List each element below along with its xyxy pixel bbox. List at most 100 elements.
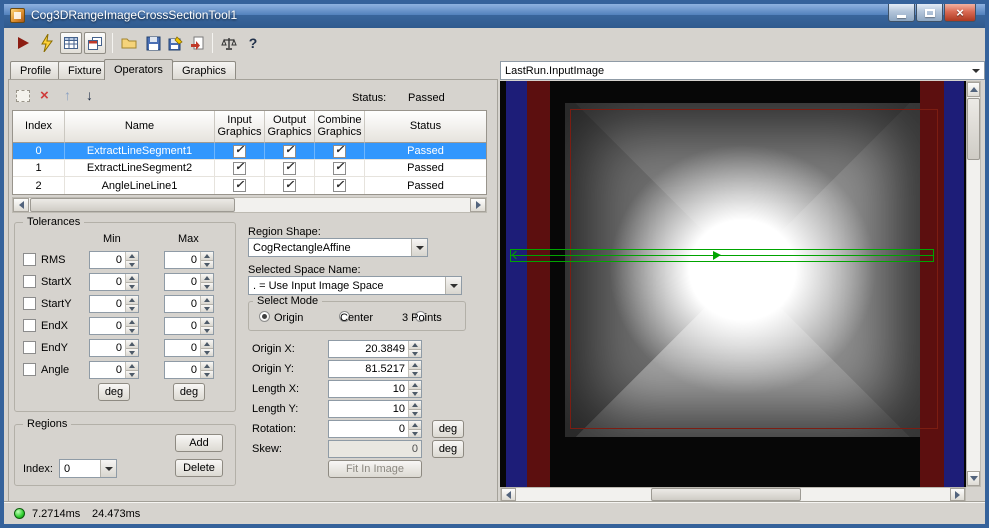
open-button[interactable]: [118, 32, 140, 54]
scroll-thumb[interactable]: [30, 198, 235, 212]
mode-origin-radio[interactable]: [259, 311, 270, 322]
rms-min-input[interactable]: 0: [89, 251, 139, 269]
spinner-buttons[interactable]: [408, 421, 421, 437]
table-horizontal-scrollbar[interactable]: [12, 197, 487, 213]
scroll-thumb[interactable]: [651, 488, 801, 501]
spinner-buttons[interactable]: [125, 296, 138, 312]
header-combine-graphics[interactable]: Combine Graphics: [315, 111, 365, 143]
spinner-buttons[interactable]: [125, 252, 138, 268]
image-vertical-scrollbar[interactable]: [966, 81, 981, 487]
header-input-graphics[interactable]: Input Graphics: [215, 111, 265, 143]
spinner-buttons[interactable]: [200, 274, 213, 290]
maximize-button[interactable]: [916, 4, 943, 22]
delete-region-button[interactable]: Delete: [175, 459, 223, 477]
spinner-buttons[interactable]: [125, 340, 138, 356]
origin-x-input[interactable]: 20.3849: [328, 340, 422, 358]
tab-operators[interactable]: Operators: [104, 59, 173, 80]
angle-checkbox[interactable]: [23, 363, 36, 376]
max-deg-button[interactable]: deg: [173, 383, 205, 401]
run-button[interactable]: [12, 32, 34, 54]
scroll-thumb[interactable]: [967, 98, 980, 160]
spinner-buttons[interactable]: [408, 401, 421, 417]
region-index-combobox[interactable]: 0: [59, 459, 117, 478]
combine-graphics-checkbox[interactable]: ✓: [333, 161, 346, 175]
save-button[interactable]: [142, 32, 164, 54]
rms-max-input[interactable]: 0: [164, 251, 214, 269]
title-bar[interactable]: Cog3DRangeImageCrossSectionTool1 ×: [4, 4, 985, 28]
spinner-buttons[interactable]: [200, 296, 213, 312]
display-source-combobox[interactable]: LastRun.InputImage: [500, 61, 985, 80]
startx-min-input[interactable]: 0: [89, 273, 139, 291]
header-status[interactable]: Status: [365, 111, 486, 143]
rms-checkbox[interactable]: [23, 253, 36, 266]
add-operator-button[interactable]: [16, 90, 30, 102]
angle-max-input[interactable]: 0: [164, 361, 214, 379]
min-deg-button[interactable]: deg: [98, 383, 130, 401]
header-name[interactable]: Name: [65, 111, 215, 143]
spinner-buttons[interactable]: [408, 341, 421, 357]
image-viewport[interactable]: [500, 81, 966, 487]
input-graphics-checkbox[interactable]: ✓: [233, 161, 246, 175]
endx-min-input[interactable]: 0: [89, 317, 139, 335]
import-button[interactable]: [186, 32, 208, 54]
move-operator-down-button[interactable]: ↓: [86, 88, 93, 102]
angle-min-input[interactable]: 0: [89, 361, 139, 379]
starty-max-input[interactable]: 0: [164, 295, 214, 313]
header-index[interactable]: Index: [13, 111, 65, 143]
skew-deg-button[interactable]: deg: [432, 440, 464, 458]
minimize-button[interactable]: [888, 4, 915, 22]
spinner-buttons[interactable]: [125, 362, 138, 378]
add-region-button[interactable]: Add: [175, 434, 223, 452]
cascade-windows-toggle[interactable]: [84, 32, 106, 54]
length-x-input[interactable]: 10: [328, 380, 422, 398]
endx-max-input[interactable]: 0: [164, 317, 214, 335]
startx-max-input[interactable]: 0: [164, 273, 214, 291]
table-row[interactable]: 1 ExtractLineSegment2 ✓ ✓ ✓ Passed: [13, 160, 486, 177]
scroll-left-button[interactable]: [13, 198, 29, 212]
scroll-right-button[interactable]: [950, 488, 965, 501]
spinner-buttons[interactable]: [408, 361, 421, 377]
combine-graphics-checkbox[interactable]: ✓: [333, 179, 346, 192]
fit-in-image-button[interactable]: Fit In Image: [328, 460, 422, 478]
spinner-buttons[interactable]: [125, 274, 138, 290]
spinner-buttons[interactable]: [200, 362, 213, 378]
close-button[interactable]: ×: [944, 4, 976, 22]
endy-max-input[interactable]: 0: [164, 339, 214, 357]
space-name-combobox[interactable]: . = Use Input Image Space: [248, 276, 462, 295]
dropdown-arrow-icon[interactable]: [968, 62, 984, 79]
length-y-input[interactable]: 10: [328, 400, 422, 418]
dropdown-arrow-icon[interactable]: [445, 277, 461, 294]
scroll-up-button[interactable]: [967, 82, 980, 97]
dropdown-arrow-icon[interactable]: [411, 239, 427, 256]
rotation-input[interactable]: 0: [328, 420, 422, 438]
combine-graphics-checkbox[interactable]: ✓: [333, 144, 346, 158]
spinner-buttons[interactable]: [408, 381, 421, 397]
scroll-right-button[interactable]: [470, 198, 486, 212]
table-row[interactable]: 2 AngleLineLine1 ✓ ✓ ✓ Passed: [13, 177, 486, 194]
table-row[interactable]: 0 ExtractLineSegment1 ✓ ✓ ✓ Passed: [13, 143, 486, 160]
spinner-buttons[interactable]: [200, 252, 213, 268]
input-graphics-checkbox[interactable]: ✓: [233, 179, 246, 192]
results-grid-toggle[interactable]: [60, 32, 82, 54]
move-operator-up-button[interactable]: ↑: [64, 88, 71, 102]
startx-checkbox[interactable]: [23, 275, 36, 288]
header-output-graphics[interactable]: Output Graphics: [265, 111, 315, 143]
region-shape-combobox[interactable]: CogRectangleAffine: [248, 238, 428, 257]
origin-y-input[interactable]: 81.5217: [328, 360, 422, 378]
starty-min-input[interactable]: 0: [89, 295, 139, 313]
dropdown-arrow-icon[interactable]: [100, 460, 116, 477]
output-graphics-checkbox[interactable]: ✓: [283, 144, 296, 158]
endx-checkbox[interactable]: [23, 319, 36, 332]
scroll-left-button[interactable]: [501, 488, 516, 501]
endy-min-input[interactable]: 0: [89, 339, 139, 357]
cross-section-region-overlay[interactable]: [510, 249, 934, 262]
spinner-buttons[interactable]: [125, 318, 138, 334]
image-horizontal-scrollbar[interactable]: [500, 487, 966, 502]
tab-profile[interactable]: Profile: [10, 61, 62, 80]
output-graphics-checkbox[interactable]: ✓: [283, 179, 296, 192]
spinner-buttons[interactable]: [200, 318, 213, 334]
save-as-button[interactable]: [164, 32, 186, 54]
tab-graphics[interactable]: Graphics: [172, 61, 237, 80]
scroll-down-button[interactable]: [967, 471, 980, 486]
delete-operator-button[interactable]: ×: [40, 88, 49, 103]
